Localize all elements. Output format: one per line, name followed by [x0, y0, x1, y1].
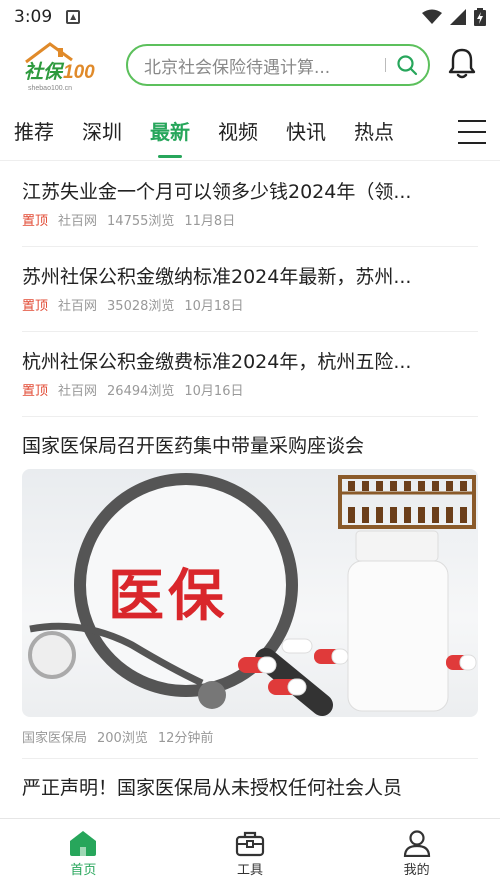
news-source: 社百网	[58, 214, 98, 229]
wifi-icon	[422, 9, 442, 24]
featured-news-item[interactable]: 国家医保局召开医药集中带量采购座谈会 医保 国家医保局 200浏览 12分钟前	[22, 417, 478, 759]
news-feed: 江苏失业金一个月可以领多少钱2024年（领... 置顶 社百网 14755浏览 …	[22, 162, 478, 803]
news-meta: 置顶 社百网 35028浏览 10月18日	[22, 295, 478, 314]
tab-recommend[interactable]: 推荐	[14, 108, 54, 158]
news-views: 14755浏览	[107, 214, 175, 229]
news-meta: 置顶 社百网 26494浏览 10月16日	[22, 380, 478, 399]
toolbox-icon	[235, 831, 265, 857]
battery-icon	[474, 8, 486, 26]
tab-hot[interactable]: 热点	[354, 108, 394, 158]
news-meta: 置顶 社百网 14755浏览 11月8日	[22, 210, 478, 229]
search-placeholder: 北京社会保险待遇计算...	[144, 57, 331, 78]
featured-time: 12分钟前	[157, 731, 214, 746]
notification-app-icon	[66, 10, 81, 24]
list-item[interactable]: 江苏失业金一个月可以领多少钱2024年（领... 置顶 社百网 14755浏览 …	[22, 162, 478, 247]
app-header: 社保 100 shebao100.cn 北京社会保险待遇计算...	[0, 34, 500, 98]
nav-tools[interactable]: 工具	[167, 819, 334, 888]
tab-shenzhen[interactable]: 深圳	[82, 108, 122, 158]
nav-home-label: 首页	[70, 863, 97, 878]
list-item[interactable]: 苏州社保公积金缴纳标准2024年最新，苏州... 置顶 社百网 35028浏览 …	[22, 247, 478, 332]
pinned-badge: 置顶	[22, 384, 49, 399]
svg-text:100: 100	[63, 62, 95, 83]
featured-source: 国家医保局	[22, 731, 88, 746]
bell-icon[interactable]	[446, 46, 478, 80]
partial-news-title[interactable]: 严正声明！国家医保局从未授权任何社会人员	[22, 773, 478, 803]
news-title: 苏州社保公积金缴纳标准2024年最新，苏州...	[22, 266, 412, 288]
featured-title: 国家医保局召开医药集中带量采购座谈会	[22, 435, 365, 457]
news-source: 社百网	[58, 384, 98, 399]
home-icon	[70, 831, 97, 856]
list-divider	[22, 758, 478, 759]
bottom-nav: 首页 工具 我的	[0, 818, 500, 888]
tab-latest[interactable]: 最新	[150, 108, 190, 158]
featured-meta: 国家医保局 200浏览 12分钟前	[22, 727, 478, 746]
list-item[interactable]: 杭州社保公积金缴费标准2024年，杭州五险... 置顶 社百网 26494浏览 …	[22, 332, 478, 417]
pinned-badge: 置顶	[22, 214, 49, 229]
app-logo[interactable]: 社保 100 shebao100.cn	[18, 40, 102, 92]
nav-tools-label: 工具	[237, 863, 264, 878]
menu-icon[interactable]	[458, 120, 486, 144]
user-icon	[403, 830, 430, 857]
status-time: 3:09	[14, 7, 53, 27]
tab-video[interactable]: 视频	[218, 108, 258, 158]
news-views: 26494浏览	[107, 384, 175, 399]
news-date: 10月18日	[184, 299, 244, 314]
svg-text:社保: 社保	[24, 61, 65, 83]
featured-views: 200浏览	[97, 731, 148, 746]
featured-image[interactable]: 医保	[22, 469, 478, 717]
search-icon[interactable]	[396, 54, 418, 76]
news-date: 10月16日	[184, 384, 244, 399]
status-icons	[422, 8, 486, 26]
pinned-badge: 置顶	[22, 299, 49, 314]
image-caption: 医保	[108, 564, 228, 629]
news-title: 江苏失业金一个月可以领多少钱2024年（领...	[22, 181, 412, 203]
status-bar: 3:09	[0, 0, 500, 34]
tabs-divider	[0, 160, 500, 161]
news-source: 社百网	[58, 299, 98, 314]
search-divider	[385, 58, 386, 72]
nav-profile-label: 我的	[403, 863, 430, 878]
news-views: 35028浏览	[107, 299, 175, 314]
category-tabs: 推荐 深圳 最新 视频 快讯 热点	[0, 108, 500, 158]
news-date: 11月8日	[184, 214, 236, 229]
nav-profile[interactable]: 我的	[333, 819, 500, 888]
news-title: 杭州社保公积金缴费标准2024年，杭州五险...	[22, 351, 412, 373]
cell-signal-icon	[450, 9, 466, 25]
nav-home[interactable]: 首页	[0, 819, 167, 888]
svg-text:shebao100.cn: shebao100.cn	[28, 85, 72, 92]
search-input[interactable]: 北京社会保险待遇计算...	[126, 44, 430, 86]
tab-flash[interactable]: 快讯	[286, 108, 326, 158]
